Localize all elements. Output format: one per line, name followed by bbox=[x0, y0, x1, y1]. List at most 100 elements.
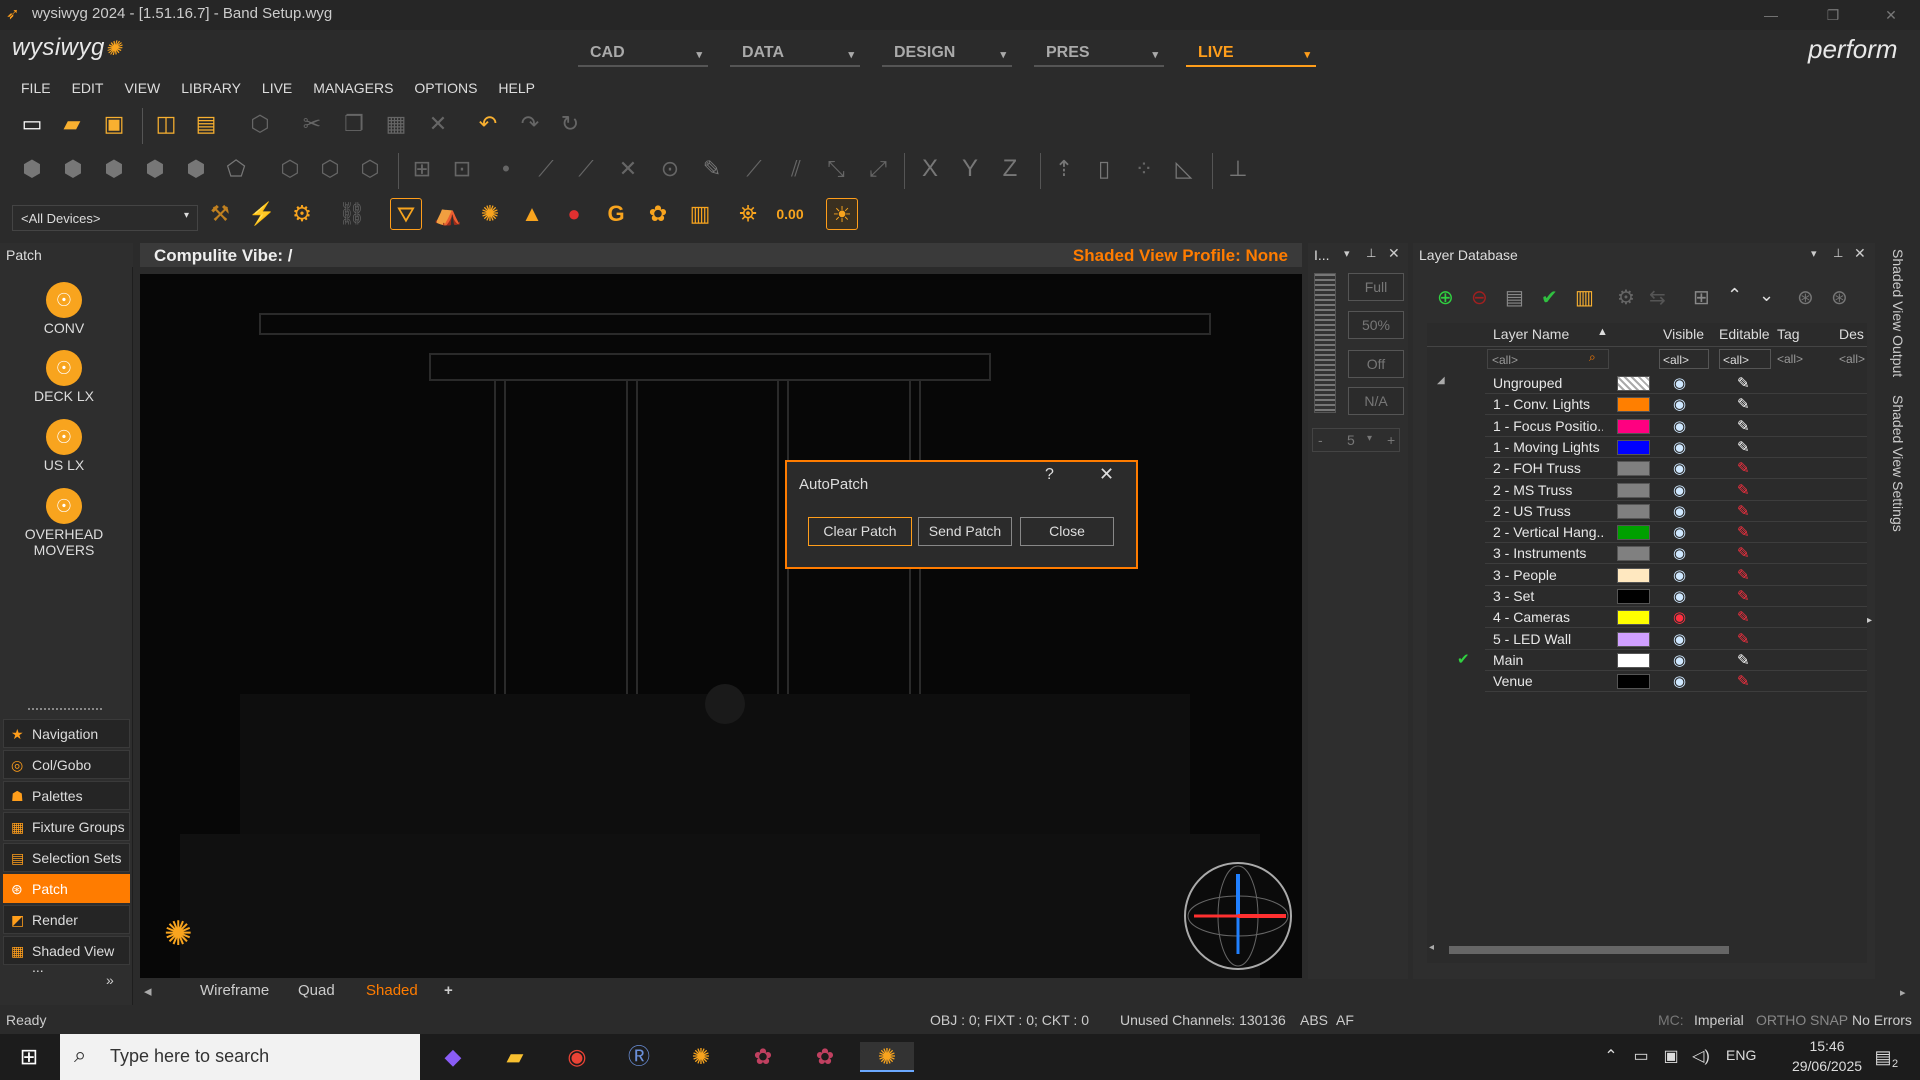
clock-time[interactable]: 15:46 bbox=[1790, 1038, 1864, 1054]
panel-close-icon[interactable]: ✕ bbox=[1854, 245, 1866, 262]
r-app-icon[interactable]: Ⓡ bbox=[622, 1042, 656, 1072]
group-collapse-icon[interactable]: ◢ bbox=[1437, 375, 1445, 386]
editable-pencil-icon[interactable]: ✎ bbox=[1737, 651, 1750, 669]
cut-icon[interactable]: ✂ bbox=[296, 108, 328, 140]
editable-pencil-icon[interactable]: ✎ bbox=[1737, 587, 1750, 605]
layer-row[interactable]: 2 - Vertical Hang... ◉ ✎ bbox=[1485, 522, 1867, 544]
focus-icon[interactable]: ⛯ bbox=[732, 198, 764, 230]
editable-pencil-icon[interactable]: ✎ bbox=[1737, 481, 1750, 499]
layer-color-icon[interactable]: ▥ bbox=[1575, 285, 1594, 310]
nav-colgobo[interactable]: ◎ Col/Gobo bbox=[3, 750, 130, 779]
move-up-icon[interactable]: ⌃ bbox=[1727, 285, 1742, 306]
visibility-eye-icon[interactable]: ◉ bbox=[1673, 630, 1686, 648]
mode-pres[interactable]: PRES ▾ bbox=[1034, 40, 1164, 67]
add-tab-button[interactable]: + bbox=[444, 982, 453, 999]
editable-pencil-icon[interactable]: ✎ bbox=[1737, 523, 1750, 541]
iso-1-icon[interactable]: ⬡ bbox=[274, 153, 306, 185]
menu-file[interactable]: FILE bbox=[10, 77, 61, 96]
layer-color-swatch[interactable] bbox=[1617, 461, 1650, 477]
iso-3-icon[interactable]: ⬡ bbox=[354, 153, 386, 185]
file-explorer-icon[interactable]: ▰ bbox=[498, 1042, 532, 1072]
windows-start-icon[interactable]: ⊞ bbox=[12, 1042, 46, 1072]
layer-color-swatch[interactable] bbox=[1617, 567, 1650, 583]
layer-row[interactable]: Ungrouped ◉ ✎ bbox=[1485, 373, 1867, 394]
editable-pencil-icon[interactable]: ✎ bbox=[1737, 630, 1750, 648]
layer-row[interactable]: 5 - LED Wall ◉ ✎ bbox=[1485, 629, 1867, 650]
save-icon[interactable]: ▣ bbox=[98, 108, 130, 140]
cube-top-icon[interactable]: ⬢ bbox=[139, 153, 171, 185]
filter-tag-input[interactable]: <all> bbox=[1777, 352, 1803, 366]
prism-icon[interactable]: ▥ bbox=[684, 198, 716, 230]
layer-row[interactable]: 2 - MS Truss ◉ ✎ bbox=[1485, 480, 1867, 501]
menu-edit[interactable]: EDIT bbox=[61, 77, 114, 96]
full-button[interactable]: Full bbox=[1348, 273, 1404, 301]
editable-pencil-icon[interactable]: ✎ bbox=[1737, 459, 1750, 477]
editable-pencil-icon[interactable]: ✎ bbox=[1737, 608, 1750, 626]
redo-icon[interactable]: ↷ bbox=[514, 108, 546, 140]
layer-settings-icon[interactable]: ⚙ bbox=[1617, 285, 1635, 310]
nav-selection-sets[interactable]: ▤ Selection Sets bbox=[3, 843, 130, 872]
editable-pencil-icon[interactable]: ✎ bbox=[1737, 374, 1750, 392]
panel-pin-icon[interactable]: ⊥ bbox=[1366, 246, 1376, 260]
wysiwyg-app-icon[interactable]: ✺ bbox=[684, 1042, 718, 1072]
intensity-icon[interactable]: ⛛ bbox=[390, 198, 422, 230]
col-tag[interactable]: Tag bbox=[1777, 326, 1800, 342]
measure-icon[interactable]: ⟋ bbox=[738, 153, 770, 185]
layer-row[interactable]: Venue ◉ ✎ bbox=[1485, 671, 1867, 693]
move-down-icon[interactable]: ⌄ bbox=[1759, 285, 1774, 306]
menu-options[interactable]: OPTIONS bbox=[403, 77, 487, 96]
dimension-icon[interactable]: ⊥ bbox=[1222, 153, 1254, 185]
mode-cad[interactable]: CAD ▾ bbox=[578, 40, 708, 67]
expand-panel-button[interactable]: » bbox=[106, 972, 114, 988]
filter-visible-select[interactable]: <all> bbox=[1659, 349, 1709, 369]
layer-color-swatch[interactable] bbox=[1617, 525, 1650, 541]
mode-data[interactable]: DATA ▾ bbox=[730, 40, 860, 67]
gobo-g-icon[interactable]: G bbox=[600, 198, 632, 230]
scroll-right-icon[interactable]: ▸ bbox=[1900, 986, 1906, 999]
nav-render[interactable]: ◩ Render bbox=[3, 905, 130, 934]
editable-pencil-icon[interactable]: ✎ bbox=[1737, 395, 1750, 413]
status-abs[interactable]: ABS bbox=[1300, 1012, 1328, 1028]
snap-box-icon[interactable]: ⊡ bbox=[446, 153, 478, 185]
tab-quad[interactable]: Quad bbox=[298, 982, 335, 999]
nav-shaded-view[interactable]: ▦ Shaded View ... bbox=[3, 936, 130, 975]
chrome-icon[interactable]: ◉ bbox=[560, 1042, 594, 1072]
app-swirl-icon[interactable]: ✿ bbox=[746, 1042, 780, 1072]
color-mix-icon[interactable]: ● bbox=[558, 198, 590, 230]
menu-help[interactable]: HELP bbox=[487, 77, 545, 96]
layer-color-swatch[interactable] bbox=[1617, 503, 1650, 519]
scale-icon[interactable]: ⤡ bbox=[820, 153, 852, 185]
visibility-eye-icon[interactable]: ◉ bbox=[1673, 566, 1686, 584]
layer-row[interactable]: 3 - Set ◉ ✎ bbox=[1485, 586, 1867, 607]
dialog-help-button[interactable]: ? bbox=[1045, 466, 1054, 484]
cube-back-icon[interactable]: ⬢ bbox=[180, 153, 212, 185]
tab-shaded[interactable]: Shaded bbox=[366, 982, 418, 999]
axis-z-icon[interactable]: Z bbox=[994, 153, 1026, 185]
settings-gear-icon[interactable]: ⚙ bbox=[286, 198, 318, 230]
move-up-icon[interactable]: ⇡ bbox=[1048, 153, 1080, 185]
language-indicator[interactable]: ENG bbox=[1726, 1047, 1756, 1063]
visibility-eye-icon[interactable]: ◉ bbox=[1673, 608, 1686, 626]
volume-icon[interactable]: ◁) bbox=[1684, 1042, 1718, 1072]
visibility-eye-icon[interactable]: ◉ bbox=[1673, 481, 1686, 499]
nav-palettes[interactable]: ☗ Palettes bbox=[3, 781, 130, 810]
fixture-mode-icon[interactable]: ☀ bbox=[826, 198, 858, 230]
layer-color-swatch[interactable] bbox=[1617, 418, 1650, 434]
editable-pencil-icon[interactable]: ✎ bbox=[1737, 544, 1750, 562]
menu-live[interactable]: LIVE bbox=[251, 77, 302, 96]
view-conv[interactable]: ☉ CONV bbox=[0, 282, 128, 336]
maximize-button[interactable]: ❐ bbox=[1810, 2, 1856, 28]
layer-color-swatch[interactable] bbox=[1617, 546, 1650, 562]
editable-pencil-icon[interactable]: ✎ bbox=[1737, 502, 1750, 520]
menu-library[interactable]: LIBRARY bbox=[170, 77, 251, 96]
line-icon[interactable]: ⟋ bbox=[530, 153, 562, 185]
effects-icon[interactable]: ✿ bbox=[642, 198, 674, 230]
cube-front-icon[interactable]: ⬢ bbox=[16, 153, 48, 185]
scrollbar-thumb[interactable] bbox=[1449, 946, 1729, 954]
iris-icon[interactable]: ✺ bbox=[474, 198, 506, 230]
layer-color-swatch[interactable] bbox=[1617, 652, 1650, 668]
visibility-eye-icon[interactable]: ◉ bbox=[1673, 523, 1686, 541]
layer-color-swatch[interactable] bbox=[1617, 631, 1650, 647]
visibility-eye-icon[interactable]: ◉ bbox=[1673, 587, 1686, 605]
beam-icon[interactable]: ⛺ bbox=[432, 198, 464, 230]
